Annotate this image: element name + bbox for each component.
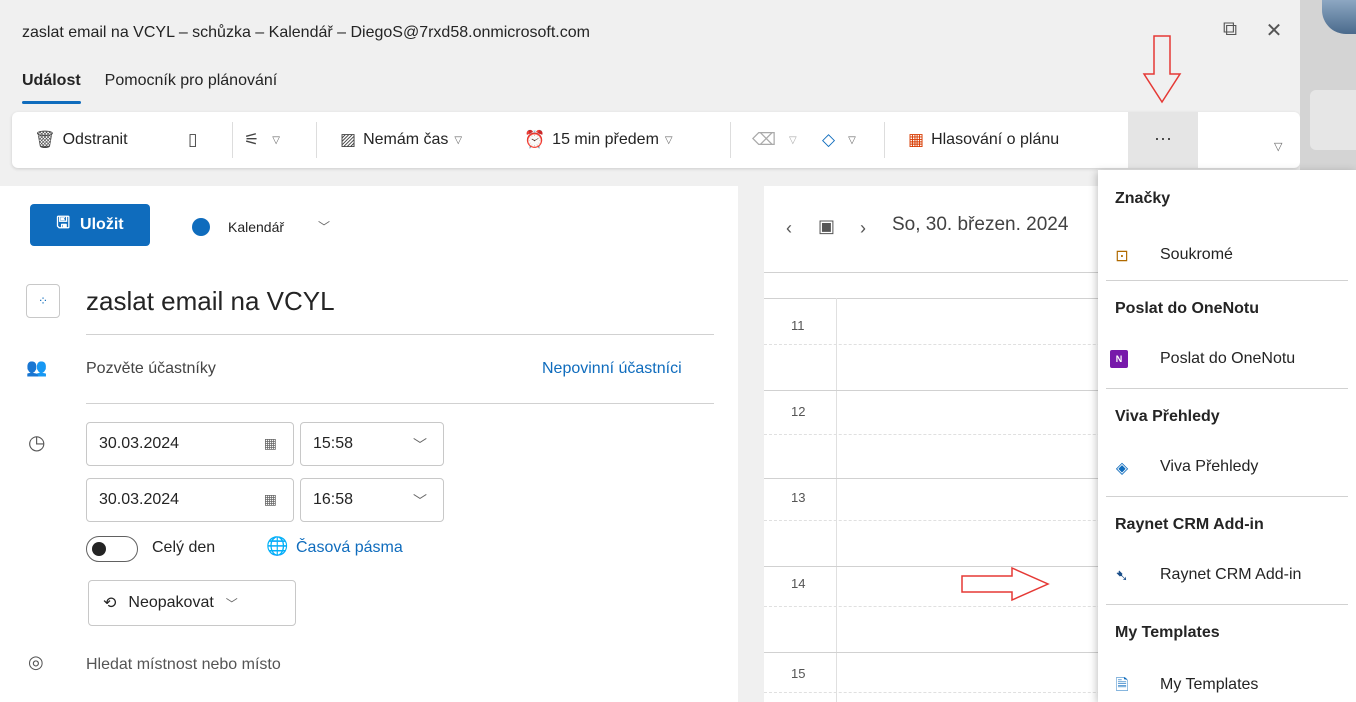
optional-attendees-link[interactable]: Nepovinní účastníci <box>542 360 682 378</box>
chevron-down-icon: ▽ <box>272 134 280 146</box>
menu-divider <box>1106 604 1348 605</box>
avatar <box>1322 0 1356 34</box>
menu-section-header: Značky <box>1115 190 1171 207</box>
go-to-today-icon[interactable]: ▣ <box>818 216 835 237</box>
copy-button[interactable]: ▯ <box>188 124 204 156</box>
divider <box>86 334 714 335</box>
repeat-dropdown[interactable]: ⟲ Neopakovat ﹀ <box>88 580 296 626</box>
menu-section-header: Viva Přehledy <box>1115 408 1220 425</box>
delete-button[interactable]: 🗑 Odstranit <box>34 124 128 156</box>
alarm-clock-icon: ⏰ <box>524 130 546 149</box>
hour-label: 13 <box>791 490 806 505</box>
all-day-label: Celý den <box>152 539 216 556</box>
sliders-icon: ⚟ <box>244 130 260 149</box>
chevron-down-icon: ▽ <box>664 134 673 146</box>
templates-icon: 🗎 <box>1115 677 1129 694</box>
all-day-toggle[interactable] <box>86 536 138 562</box>
calendar-date-heading: So, 30. březen. 2024 <box>892 214 1069 235</box>
chevron-down-icon[interactable]: ▽ <box>1274 140 1282 153</box>
poll-icon: ▦ <box>908 130 925 149</box>
tag-icon: ◇ <box>822 130 836 149</box>
attendees-input[interactable]: Pozvěte účastníky <box>86 360 216 378</box>
hour-label: 11 <box>791 318 805 333</box>
calendar-icon[interactable]: ▦ <box>264 491 277 508</box>
lock-open-icon: ⊡ <box>1115 248 1129 265</box>
chevron-down-icon: ▽ <box>848 134 856 146</box>
close-icon[interactable]: ✕ <box>1262 18 1286 43</box>
chevron-down-icon: ▽ <box>454 134 463 146</box>
toolbar-divider <box>884 122 885 158</box>
chevron-down-icon[interactable]: ﹀ <box>413 491 427 511</box>
start-date-field[interactable]: 30.03.2024 ▦ <box>86 422 294 466</box>
location-pin-icon: ◎ <box>28 652 44 672</box>
save-button[interactable]: 🖫 Uložit <box>30 204 150 246</box>
tab-bar: Událost Pomocník pro plánování <box>22 72 277 106</box>
toolbar-divider <box>730 122 731 158</box>
menu-item-send-to-onenote[interactable]: Poslat do OneNotu <box>1160 350 1295 368</box>
viva-insights-icon: ◈ <box>1115 460 1129 477</box>
menu-item-private[interactable]: Soukromé <box>1160 246 1233 264</box>
end-time-field[interactable]: 16:58 ﹀ <box>300 478 444 522</box>
calendar-selector-label[interactable]: Kalendář <box>228 219 284 235</box>
window-title: zaslat email na VCYL – schůzka – Kalendá… <box>22 24 590 41</box>
menu-section-header: My Templates <box>1115 624 1220 641</box>
options-dropdown[interactable]: ⚟ ▽ <box>244 124 280 156</box>
divider <box>86 403 714 404</box>
show-as-dropdown[interactable]: ▨ Nemám čas ▽ <box>340 124 462 156</box>
start-time-field[interactable]: 15:58 ﹀ <box>300 422 444 466</box>
scheduling-poll-button[interactable]: ▦ Hlasování o plánu <box>908 124 1059 156</box>
menu-section-header: Raynet CRM Add-in <box>1115 516 1264 533</box>
category-icon[interactable]: ⁘ <box>26 284 60 318</box>
clock-icon: ◷ <box>28 432 46 454</box>
chevron-left-icon[interactable]: ‹ <box>786 218 792 239</box>
menu-divider <box>1106 496 1348 497</box>
ribbon-toolbar: 🗑 Odstranit ▯ ⚟ ▽ ▨ Nemám čas ▽ ⏰ 15 min… <box>12 112 1300 168</box>
raynet-bird-icon: ➷ <box>1115 568 1129 585</box>
globe-icon[interactable]: 🌐 <box>266 536 288 557</box>
hour-label: 12 <box>791 404 806 419</box>
event-subject[interactable]: zaslat email na VCYL <box>86 286 335 317</box>
time-zones-link[interactable]: Časová pásma <box>296 539 403 557</box>
chevron-down-icon[interactable]: ﹀ <box>318 218 330 235</box>
categorize-dropdown[interactable]: ⌫ ▽ <box>752 124 797 156</box>
chevron-down-icon[interactable]: ﹀ <box>413 435 427 455</box>
busy-status-icon: ▨ <box>340 130 357 149</box>
menu-item-my-templates[interactable]: My Templates <box>1160 676 1258 694</box>
more-options-button[interactable]: ··· <box>1128 112 1198 168</box>
hour-label: 14 <box>791 576 806 591</box>
chevron-down-icon: ﹀ <box>225 596 238 611</box>
location-input[interactable]: Hledat místnost nebo místo <box>86 656 281 674</box>
chevron-down-icon: ▽ <box>789 134 797 146</box>
tab-scheduling-assistant[interactable]: Pomocník pro plánování <box>105 72 278 104</box>
people-add-icon: 👥 <box>26 358 48 377</box>
toolbar-divider <box>316 122 317 158</box>
popout-icon[interactable]: ⧉ <box>1218 18 1242 41</box>
annotation-arrow-down <box>1142 35 1182 104</box>
calendar-time-gutter-line <box>836 298 837 702</box>
tab-event[interactable]: Událost <box>22 72 81 104</box>
eraser-icon: ⌫ <box>752 130 777 149</box>
chevron-right-icon[interactable]: › <box>860 218 866 239</box>
title-bar: zaslat email na VCYL – schůzka – Kalendá… <box>0 0 1300 66</box>
toolbar-divider <box>232 122 233 158</box>
hour-label: 15 <box>791 666 806 681</box>
background-card <box>1310 90 1356 150</box>
end-date-field[interactable]: 30.03.2024 ▦ <box>86 478 294 522</box>
menu-item-raynet-crm[interactable]: Raynet CRM Add-in <box>1160 566 1301 584</box>
onenote-icon: N <box>1110 350 1128 368</box>
menu-divider <box>1106 388 1348 389</box>
trash-icon: 🗑 <box>34 130 56 149</box>
calendar-icon[interactable]: ▦ <box>264 435 277 452</box>
menu-item-viva-insights[interactable]: Viva Přehledy <box>1160 458 1258 476</box>
reminder-dropdown[interactable]: ⏰ 15 min předem ▽ <box>524 124 673 156</box>
repeat-icon: ⟲ <box>103 595 117 612</box>
annotation-arrow-right <box>961 566 1050 602</box>
menu-divider <box>1106 280 1348 281</box>
copy-icon: ▯ <box>188 130 198 149</box>
save-icon: 🖫 <box>56 214 71 232</box>
calendar-color-dot[interactable] <box>192 218 210 236</box>
tag-dropdown[interactable]: ◇ ▽ <box>822 124 856 156</box>
menu-section-header: Poslat do OneNotu <box>1115 300 1259 317</box>
